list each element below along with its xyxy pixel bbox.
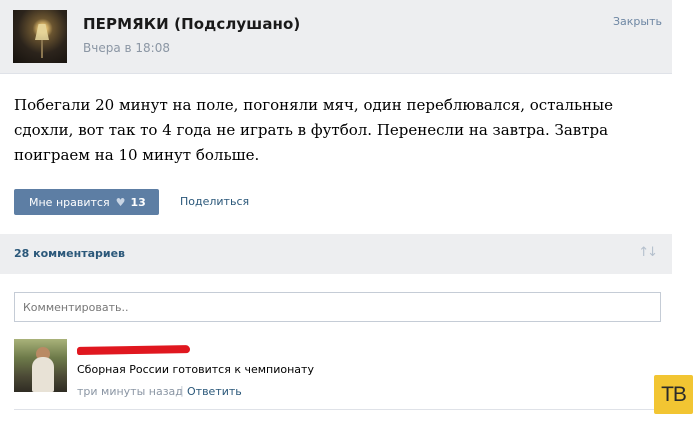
lamp-stand-shape: [41, 40, 43, 58]
reply-link[interactable]: Ответить: [187, 385, 242, 398]
comment-separator: |: [180, 384, 184, 397]
comment-timestamp[interactable]: три минуты назад: [77, 385, 183, 398]
share-link[interactable]: Поделиться: [180, 195, 249, 208]
lamp-shade-shape: [35, 24, 49, 40]
group-name-link[interactable]: ПЕРМЯКИ (Подслушано): [83, 15, 300, 33]
comment-input[interactable]: [14, 292, 661, 322]
watermark-logo: TB: [654, 375, 693, 414]
commenter-avatar[interactable]: [14, 339, 67, 392]
heart-icon: ♥: [115, 195, 126, 209]
comment-text: Сборная России готовится к чемпионату: [77, 363, 314, 376]
like-count: 13: [130, 195, 146, 209]
like-label: Мне нравится: [29, 195, 110, 209]
post-header: ПЕРМЯКИ (Подслушано) Вчера в 18:08 Закры…: [0, 0, 672, 74]
divider: [14, 409, 660, 410]
comments-count-link[interactable]: 28 комментариев: [14, 247, 125, 260]
redacted-author-name: [76, 345, 191, 355]
post-timestamp[interactable]: Вчера в 18:08: [83, 41, 170, 55]
comments-header-bar: 28 комментариев ↑↓: [0, 234, 672, 274]
close-link[interactable]: Закрыть: [613, 15, 662, 28]
person-body-shape: [32, 357, 54, 392]
group-avatar[interactable]: [13, 10, 67, 63]
like-button[interactable]: Мне нравится ♥ 13: [14, 189, 159, 215]
post-body-text: Побегали 20 минут на поле, погоняли мяч,…: [14, 96, 613, 164]
sort-arrows-icon[interactable]: ↑↓: [638, 245, 658, 260]
